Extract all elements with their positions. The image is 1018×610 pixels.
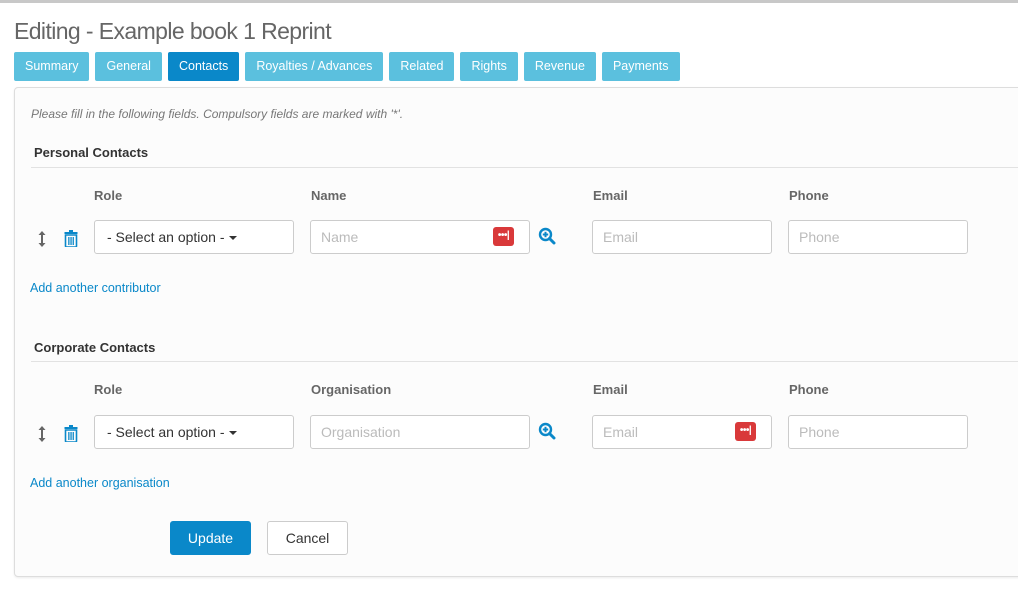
trash-icon[interactable]: [64, 230, 78, 247]
update-button[interactable]: Update: [170, 521, 251, 555]
add-contributor-link[interactable]: Add another contributor: [30, 281, 161, 295]
phone-placeholder: Phone: [799, 229, 840, 245]
personal-role-select[interactable]: - Select an option -: [94, 220, 294, 254]
role-select-value: - Select an option -: [107, 424, 225, 440]
email-placeholder: Email: [603, 229, 639, 245]
caret-down-icon: [228, 236, 237, 241]
corporate-phone-input[interactable]: Phone: [788, 415, 968, 449]
corporate-role-select[interactable]: - Select an option -: [94, 415, 294, 449]
caret-down-icon: [228, 431, 237, 436]
contacts-form-panel: Please fill in the following fields. Com…: [14, 87, 1018, 577]
name-input[interactable]: Name •••|: [310, 220, 530, 254]
email-column-label: Email: [593, 188, 628, 203]
personal-phone-input[interactable]: Phone: [788, 220, 968, 254]
organisation-input[interactable]: Organisation: [310, 415, 530, 449]
phone-column-label: Phone: [789, 188, 829, 203]
zoom-in-search-icon[interactable]: [538, 422, 556, 440]
tab-summary[interactable]: Summary: [14, 52, 90, 81]
email-column-label: Email: [593, 382, 628, 397]
tab-bar: Summary General Contacts Royalties / Adv…: [14, 52, 680, 81]
email-placeholder: Email: [603, 424, 639, 440]
password-manager-icon[interactable]: •••|: [735, 422, 756, 441]
organisation-column-label: Organisation: [311, 382, 392, 397]
phone-placeholder: Phone: [799, 424, 840, 440]
corporate-contacts-heading: Corporate Contacts: [34, 340, 156, 355]
drag-handle-icon[interactable]: [37, 230, 47, 248]
tab-payments[interactable]: Payments: [601, 52, 680, 81]
cancel-button[interactable]: Cancel: [267, 521, 348, 555]
role-select-value: - Select an option -: [107, 229, 225, 245]
page-title: Editing - Example book 1 Reprint: [14, 18, 332, 44]
tab-rights[interactable]: Rights: [460, 52, 518, 81]
tab-royalties-advances[interactable]: Royalties / Advances: [245, 52, 384, 81]
tab-general[interactable]: General: [95, 52, 162, 81]
tab-contacts[interactable]: Contacts: [167, 52, 240, 81]
personal-contacts-heading: Personal Contacts: [34, 145, 149, 160]
corporate-email-input[interactable]: Email •••|: [592, 415, 772, 449]
role-column-label: Role: [94, 382, 123, 397]
zoom-in-search-icon[interactable]: [538, 227, 556, 245]
drag-handle-icon[interactable]: [37, 425, 47, 443]
tab-related[interactable]: Related: [389, 52, 455, 81]
password-manager-icon[interactable]: •••|: [493, 227, 514, 246]
personal-email-input[interactable]: Email: [592, 220, 772, 254]
name-column-label: Name: [311, 188, 347, 203]
name-placeholder: Name: [321, 229, 359, 245]
trash-icon[interactable]: [64, 425, 78, 442]
phone-column-label: Phone: [789, 382, 829, 397]
organisation-placeholder: Organisation: [321, 424, 401, 440]
role-column-label: Role: [94, 188, 123, 203]
tab-revenue[interactable]: Revenue: [523, 52, 596, 81]
section-divider: [31, 167, 1018, 168]
add-organisation-link[interactable]: Add another organisation: [30, 476, 170, 490]
form-hint: Please fill in the following fields. Com…: [31, 107, 404, 121]
section-divider: [31, 361, 1018, 362]
